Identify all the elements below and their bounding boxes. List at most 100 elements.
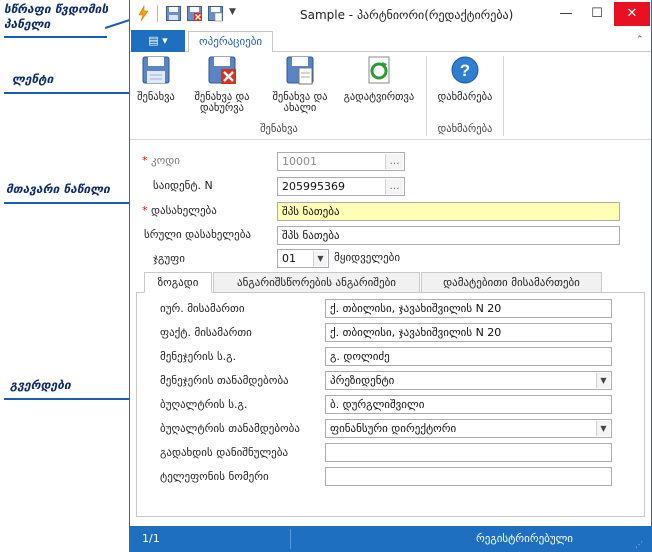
save-icon xyxy=(142,56,170,84)
tab-settlement-accounts[interactable]: ანგარიშსწორების ანგარიშები xyxy=(213,272,420,293)
page-field-value: ქ. თბილისი, ჯავახიშვილის N 20 xyxy=(330,326,502,339)
save-button[interactable]: შენახვა xyxy=(134,54,178,103)
annotation-ribbon-connector xyxy=(4,92,129,94)
tab-operations[interactable]: ოპერაციები xyxy=(188,31,274,53)
code-value: 10001 xyxy=(282,155,317,168)
app-window: ▼ Sample - პარტნიორი(რედაქტირება) — ☐ ✕ … xyxy=(129,0,652,552)
annotation-qat-label: სწრაფი წვდომის პანელი xyxy=(4,2,108,32)
name-label: * დასახელება xyxy=(142,204,217,217)
help-button[interactable]: ? დახმარება xyxy=(429,54,501,103)
save-new-button[interactable]: შენახვა და ახალი xyxy=(267,54,333,114)
qat-save-new-icon[interactable] xyxy=(207,5,224,22)
app-logo-icon xyxy=(138,5,149,22)
required-marker: * xyxy=(142,204,148,217)
page-field-label: ბუღალტრის თანამდებობა xyxy=(160,422,300,435)
reload-label: გადატვირთვა xyxy=(343,91,415,103)
help-label: დახმარება xyxy=(437,91,493,103)
group-description: მყიდველები xyxy=(334,251,401,264)
qat-save-close-icon[interactable] xyxy=(186,5,203,22)
page-field-label: გადახდის დანიშნულება xyxy=(160,446,289,459)
taxid-label: საიდენტ. N xyxy=(153,179,213,192)
ribbon-group-help-label: დახმარება xyxy=(437,123,493,135)
save-new-icon xyxy=(286,56,314,85)
code-label-text: კოდი xyxy=(151,154,180,167)
annotation-pages-label: გვერდები xyxy=(10,378,71,392)
minimize-button[interactable]: — xyxy=(551,2,581,26)
save-close-button[interactable]: შენახვა და დახურვა xyxy=(184,54,260,114)
taxid-value: 205995369 xyxy=(282,180,345,193)
page-field-input[interactable] xyxy=(325,467,612,486)
tab-general[interactable]: ზოგადი xyxy=(144,272,212,293)
name-label-text: დასახელება xyxy=(151,204,217,217)
page-field-input[interactable]: ქ. თბილისი, ჯავახიშვილის N 20 xyxy=(325,323,612,342)
page-field-label: ბუღალტრის ს.გ. xyxy=(160,398,248,411)
save-close-label-2: დახურვა xyxy=(200,102,244,114)
page-field-value: ფინანსური დირექტორი xyxy=(330,422,457,435)
code-label: * კოდი xyxy=(142,154,180,167)
annotation-ribbon-label: ლენტი xyxy=(12,72,54,86)
page-field-label: მენეჯერის თანამდებობა xyxy=(160,374,289,387)
fullname-field[interactable]: შპს ნათება xyxy=(277,226,620,245)
title-bar: ▼ Sample - პარტნიორი(რედაქტირება) — ☐ ✕ xyxy=(130,0,651,30)
page-field-select[interactable]: პრეზიდენტი ▼ xyxy=(325,371,612,390)
page-field-label: ფაქტ. მისამართი xyxy=(160,326,252,339)
tab-additional-addresses[interactable]: დამატებითი მისამართები xyxy=(421,272,602,293)
page-field-value: ბ. დურგლიშვილი xyxy=(330,398,425,411)
taxid-field[interactable]: 205995369 … xyxy=(277,177,405,196)
taxid-ellipsis-button[interactable]: … xyxy=(385,179,403,194)
resize-grip-icon[interactable]: ⋰ xyxy=(635,540,643,549)
group-label: ჯგუფი xyxy=(153,252,185,265)
group-dropdown-chevron-icon[interactable]: ▼ xyxy=(313,251,327,266)
annotation-qat-line2: პანელი xyxy=(4,17,51,31)
ribbon-group-save-label: შენახვა xyxy=(260,123,298,135)
reload-icon xyxy=(368,56,390,84)
save-new-label-2: ახალი xyxy=(283,102,317,114)
required-marker: * xyxy=(142,154,148,167)
page-field-select[interactable]: ფინანსური დირექტორი ▼ xyxy=(325,419,612,438)
group-select[interactable]: 01 ▼ xyxy=(277,249,329,268)
group-value: 01 xyxy=(282,252,296,265)
ribbon-group-separator xyxy=(426,56,427,136)
ribbon-group-separator-end xyxy=(503,56,504,136)
ribbon-body: შენახვა შენახვა და დახურვა შენახვა და ახ… xyxy=(130,52,651,140)
help-icon: ? xyxy=(451,56,479,84)
page-field-label: მენეჯერის ს.გ. xyxy=(160,350,237,363)
save-button-label: შენახვა xyxy=(137,91,175,103)
page-field-input[interactable] xyxy=(325,443,612,462)
close-button[interactable]: ✕ xyxy=(614,2,650,26)
page-field-value: გ. დოლიძე xyxy=(330,350,390,363)
name-field[interactable]: შპს ნათება xyxy=(277,202,620,221)
page-field-label: ტელეფონის ნომერი xyxy=(160,470,269,483)
ribbon-collapse-chevron-icon[interactable]: ⌃ xyxy=(636,35,644,45)
qat-separator xyxy=(157,5,158,22)
code-field[interactable]: 10001 … xyxy=(277,152,405,171)
annotation-main-connector xyxy=(4,202,129,204)
page-field-value: ქ. თბილისი, ჯავახიშვილის N 20 xyxy=(330,302,502,315)
pages-section: ზოგადი ანგარიშსწორების ანგარიშები დამატე… xyxy=(130,268,651,526)
ribbon-tab-strip: ▤ ▾ ოპერაციები ⌃ xyxy=(130,30,651,53)
page-field-input[interactable]: გ. დოლიძე xyxy=(325,347,612,366)
status-separator xyxy=(290,529,291,549)
annotation-qat-connector xyxy=(4,36,107,38)
app-menu-button[interactable]: ▤ ▾ xyxy=(131,30,185,52)
reload-button[interactable]: გადატვირთვა xyxy=(336,54,422,103)
qat-customize-chevron-icon[interactable]: ▼ xyxy=(229,7,236,17)
page-field-input[interactable]: ბ. დურგლიშვილი xyxy=(325,395,612,414)
code-ellipsis-button[interactable]: … xyxy=(385,154,403,169)
annotation-pages-connector xyxy=(4,398,129,400)
window-title: Sample - პარტნიორი(რედაქტირება) xyxy=(300,8,514,22)
chevron-down-icon[interactable]: ▼ xyxy=(596,373,610,388)
maximize-button[interactable]: ☐ xyxy=(582,2,612,26)
annotation-qat-line1: სწრაფი წვდომის xyxy=(4,2,109,16)
page-field-value: პრეზიდენტი xyxy=(330,374,395,387)
svg-text:?: ? xyxy=(460,61,470,80)
status-bar: 1/1 რეგისტრირებული ⋰ xyxy=(130,526,651,552)
annotation-main-label: მთავარი ნაწილი xyxy=(6,182,110,196)
qat-save-icon[interactable] xyxy=(165,5,182,22)
page-field-label: იურ. მისამართი xyxy=(160,302,245,315)
status-record-counter: 1/1 xyxy=(142,532,160,545)
status-state: რეგისტრირებული xyxy=(476,532,574,545)
page-field-input[interactable]: ქ. თბილისი, ჯავახიშვილის N 20 xyxy=(325,299,612,318)
chevron-down-icon[interactable]: ▼ xyxy=(596,421,610,436)
save-close-icon xyxy=(208,56,236,84)
